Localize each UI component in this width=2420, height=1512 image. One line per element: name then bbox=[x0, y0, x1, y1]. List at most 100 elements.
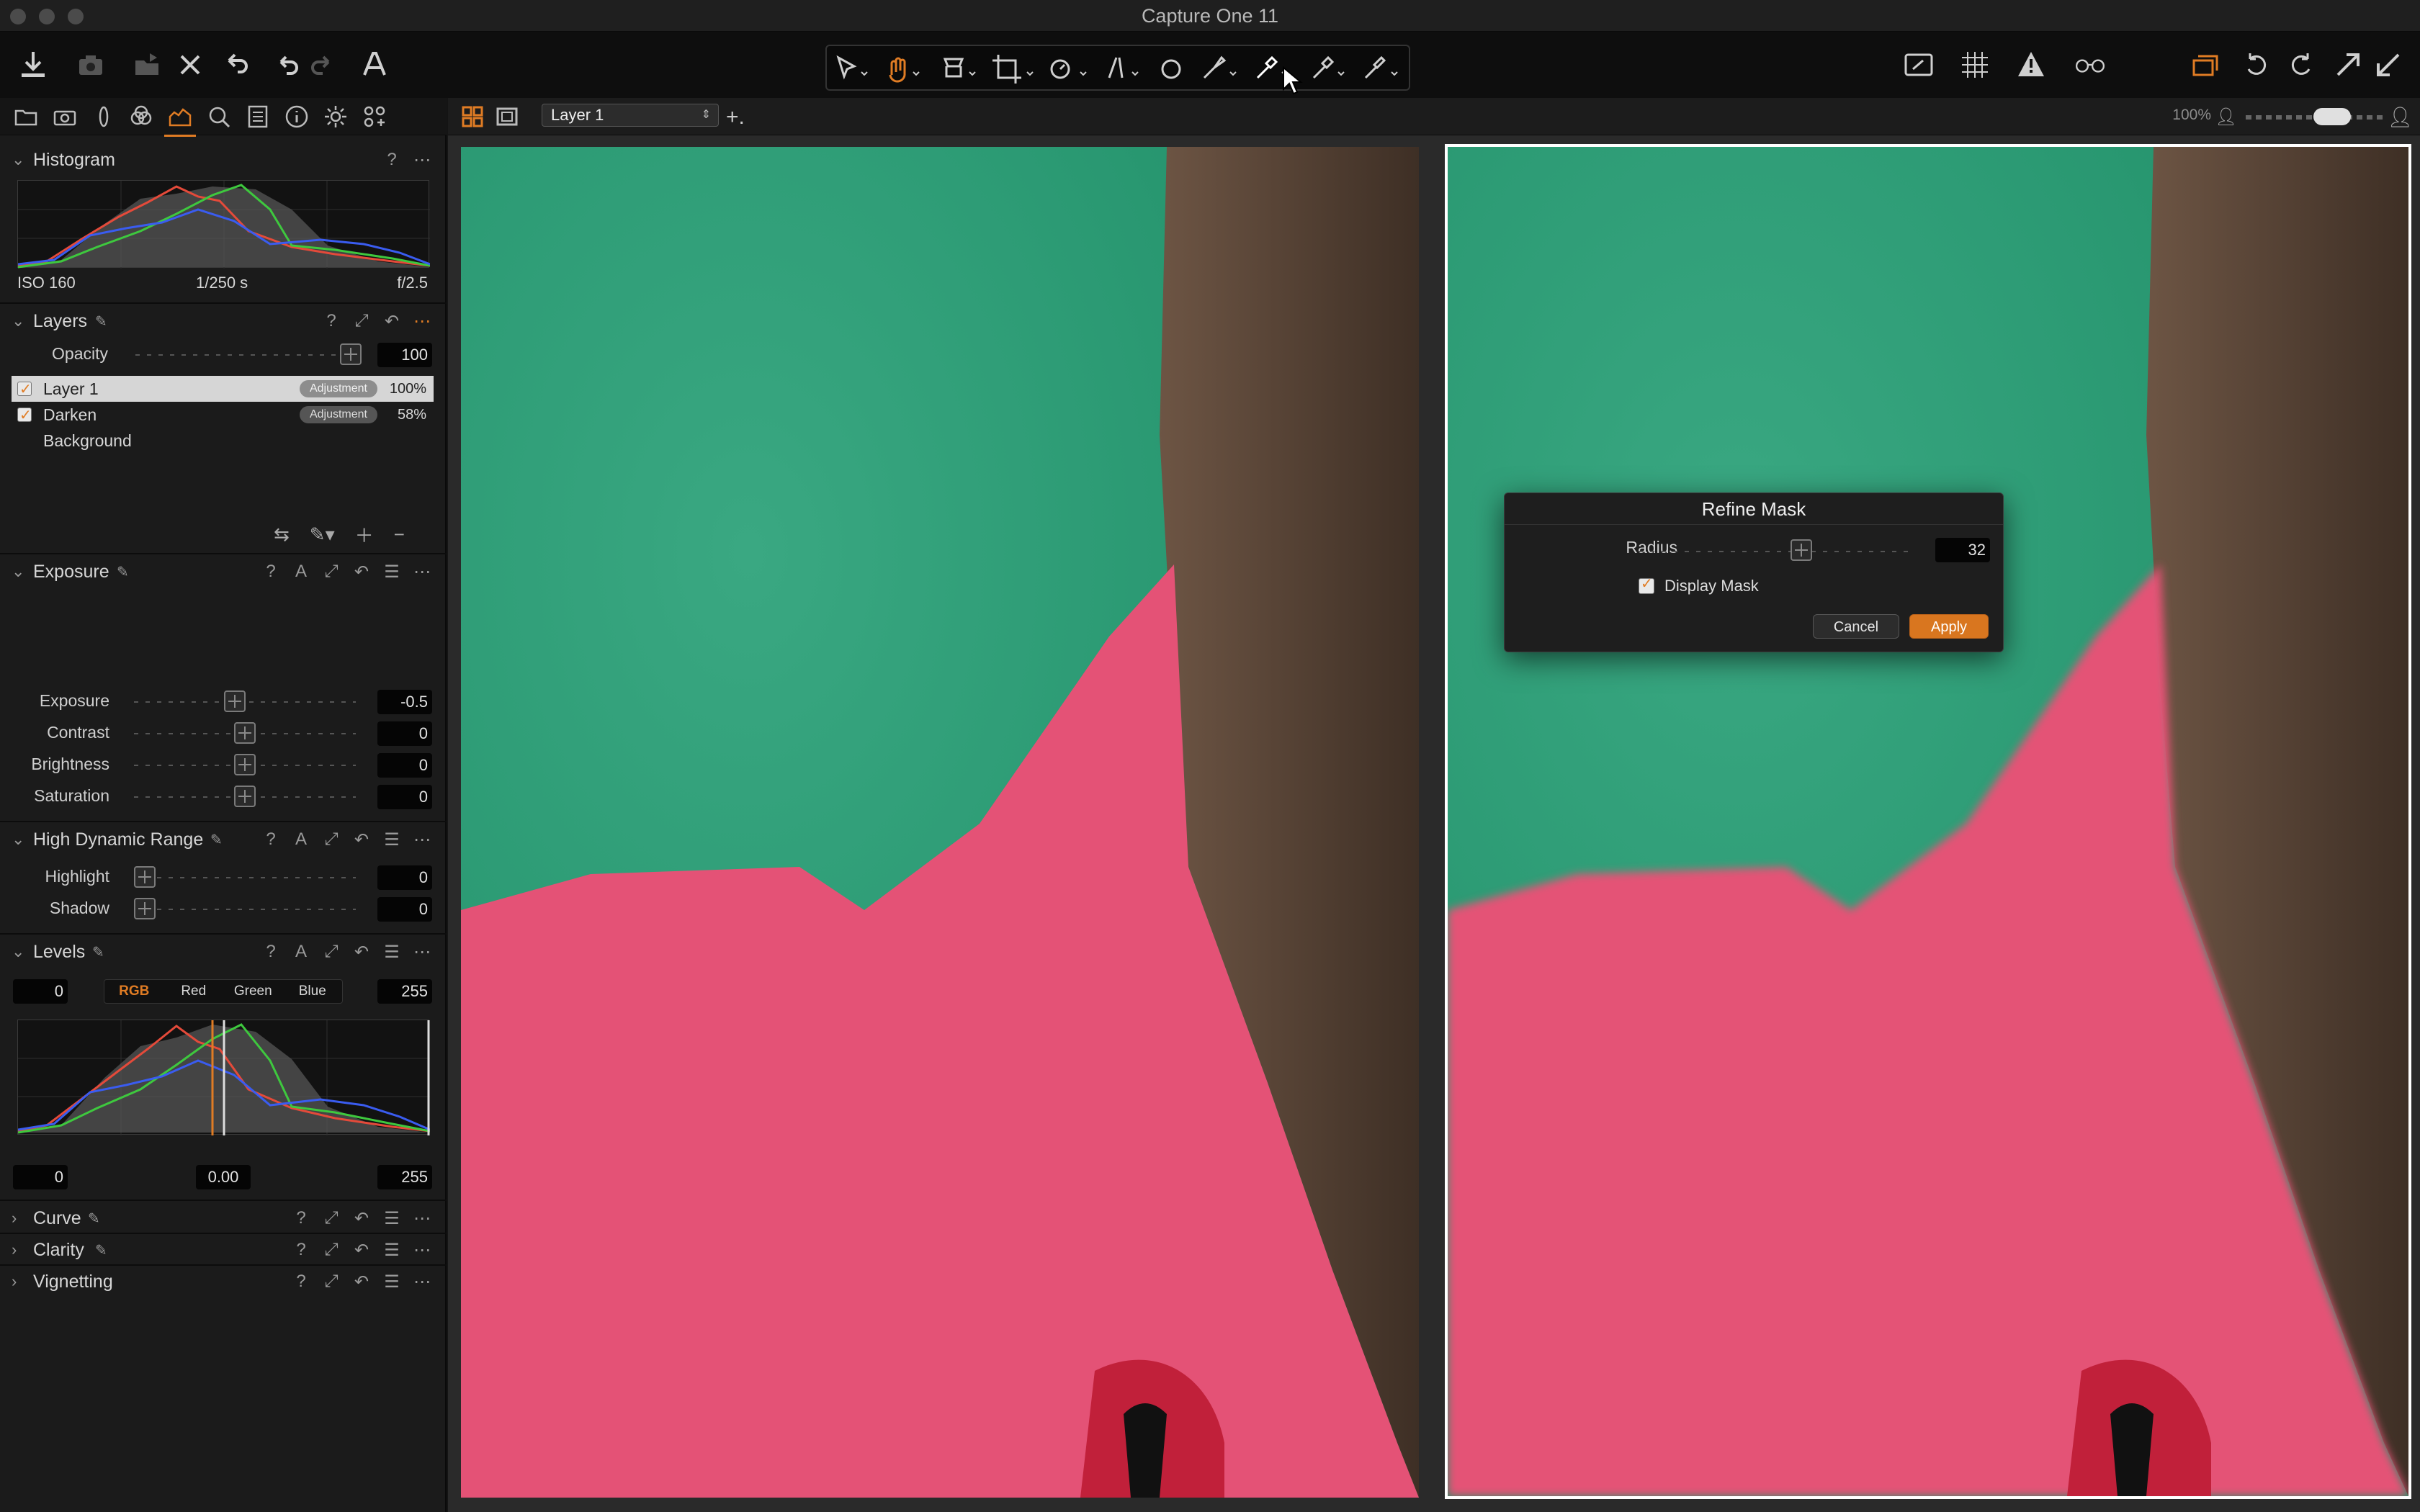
help-icon[interactable]: ? bbox=[261, 942, 281, 962]
presets-icon[interactable]: ☰ bbox=[382, 942, 402, 962]
hdr-header[interactable]: ⌄ High Dynamic Range ✎ ? A ⤢ ↶ ☰ ⋯ bbox=[0, 825, 447, 854]
expand-arrow-icon[interactable]: ⤢ bbox=[351, 311, 372, 331]
glasses-icon[interactable] bbox=[2070, 45, 2110, 85]
apply-button[interactable]: Apply bbox=[1909, 614, 1989, 639]
camera-icon[interactable] bbox=[71, 45, 111, 85]
help-icon[interactable]: ? bbox=[261, 562, 281, 582]
help-icon[interactable]: ? bbox=[291, 1240, 311, 1260]
help-icon[interactable]: ? bbox=[291, 1208, 311, 1228]
cancel-button[interactable]: Cancel bbox=[1813, 614, 1899, 639]
vignetting-header[interactable]: › Vignetting ? ⤢ ↶ ☰ ⋯ bbox=[0, 1267, 447, 1296]
expand-arrow-icon[interactable]: ⤢ bbox=[321, 562, 341, 582]
redo-icon[interactable] bbox=[302, 45, 343, 85]
layer-item-darken[interactable]: Darken Adjustment 58% bbox=[12, 402, 434, 428]
brightness-value[interactable]: 0 bbox=[377, 753, 432, 778]
reset-icon[interactable]: ↶ bbox=[351, 1240, 372, 1260]
lens-tab[interactable] bbox=[91, 104, 117, 130]
midpoint-value[interactable]: 0.00 bbox=[196, 1165, 251, 1189]
output-low-value[interactable]: 0 bbox=[13, 1165, 68, 1189]
expand-arrow-icon[interactable]: ⤢ bbox=[321, 1208, 341, 1228]
channel-blue[interactable]: Blue bbox=[283, 980, 343, 1003]
remove-layer-icon[interactable]: − bbox=[394, 523, 405, 546]
undo-icon[interactable] bbox=[266, 45, 307, 85]
reset-icon[interactable]: ↶ bbox=[351, 562, 372, 582]
auto-icon[interactable]: A bbox=[291, 829, 311, 850]
reset-icon[interactable]: ↶ bbox=[351, 942, 372, 962]
text-icon[interactable] bbox=[354, 45, 395, 85]
rotate-left-icon[interactable] bbox=[2236, 45, 2276, 85]
opacity-slider[interactable] bbox=[135, 354, 366, 356]
shadow-slider[interactable] bbox=[134, 909, 356, 910]
layer-select-dropdown[interactable]: Layer 1 ⇕ bbox=[542, 104, 719, 127]
highlight-value[interactable]: 0 bbox=[377, 865, 432, 890]
presets-icon[interactable]: ☰ bbox=[382, 562, 402, 582]
contrast-value[interactable]: 0 bbox=[377, 721, 432, 746]
exposure-slider-knob[interactable] bbox=[224, 690, 246, 712]
levels-header[interactable]: ⌄ Levels ✎ ? A ⤢ ↶ ☰ ⋯ bbox=[0, 937, 447, 966]
more-icon[interactable]: ⋯ bbox=[412, 311, 432, 331]
library-tab[interactable] bbox=[13, 104, 39, 130]
grid-icon[interactable] bbox=[1955, 45, 1995, 85]
rotate-right-icon[interactable] bbox=[2282, 45, 2322, 85]
details-tab[interactable] bbox=[206, 104, 232, 130]
brush-menu-icon[interactable]: ✎▾ bbox=[310, 523, 335, 546]
info-tab[interactable] bbox=[284, 104, 310, 130]
presets-icon[interactable]: ☰ bbox=[382, 1240, 402, 1260]
reset-icon[interactable]: ↶ bbox=[382, 311, 402, 331]
brightness-slider-knob[interactable] bbox=[234, 754, 256, 775]
expand-icon[interactable] bbox=[2328, 45, 2368, 85]
grid-view-icon[interactable] bbox=[461, 105, 484, 128]
more-icon[interactable]: ⋯ bbox=[412, 1272, 432, 1292]
shadow-slider-knob[interactable] bbox=[134, 898, 156, 919]
channel-red[interactable]: Red bbox=[164, 980, 224, 1003]
color-tab[interactable] bbox=[128, 104, 154, 130]
expand-arrow-icon[interactable]: ⤢ bbox=[321, 1240, 341, 1260]
presets-icon[interactable]: ☰ bbox=[382, 1208, 402, 1228]
histogram-header[interactable]: ⌄ Histogram ? ⋯ bbox=[0, 145, 447, 174]
import-icon[interactable] bbox=[13, 45, 53, 85]
help-icon[interactable]: ? bbox=[291, 1272, 311, 1292]
help-icon[interactable]: ? bbox=[382, 150, 402, 170]
single-view-icon[interactable] bbox=[496, 105, 519, 128]
more-icon[interactable]: ⋯ bbox=[412, 562, 432, 582]
output-high-value[interactable]: 255 bbox=[377, 1165, 432, 1189]
more-icon[interactable]: ⋯ bbox=[412, 942, 432, 962]
reset-icon[interactable]: ↶ bbox=[351, 1208, 372, 1228]
curve-header[interactable]: › Curve ✎ ? ⤢ ↶ ☰ ⋯ bbox=[0, 1204, 447, 1233]
presets-icon[interactable]: ☰ bbox=[382, 1272, 402, 1292]
exposure-value[interactable]: -0.5 bbox=[377, 690, 432, 714]
more-icon[interactable]: ⋯ bbox=[412, 829, 432, 850]
saturation-slider-knob[interactable] bbox=[234, 786, 256, 807]
zoom-slider-knob[interactable] bbox=[2313, 108, 2351, 125]
reset-icon[interactable]: ↶ bbox=[351, 829, 372, 850]
capture-tab[interactable] bbox=[52, 104, 78, 130]
exposure-header[interactable]: ⌄ Exposure ✎ ? A ⤢ ↶ ☰ ⋯ bbox=[0, 557, 447, 586]
shadow-value[interactable]: 0 bbox=[377, 897, 432, 922]
input-high-value[interactable]: 255 bbox=[377, 979, 432, 1004]
undo-history-icon[interactable] bbox=[216, 45, 256, 85]
channel-rgb[interactable]: RGB bbox=[104, 980, 164, 1003]
warning-icon[interactable] bbox=[2011, 45, 2051, 85]
more-icon[interactable]: ⋯ bbox=[412, 1208, 432, 1228]
clarity-header[interactable]: › Clarity ✎ ? ⤢ ↶ ☰ ⋯ bbox=[0, 1236, 447, 1264]
expand-arrow-icon[interactable]: ⤢ bbox=[321, 942, 341, 962]
styles-tab[interactable] bbox=[362, 104, 387, 130]
proof-icon[interactable] bbox=[1899, 45, 1939, 85]
expand-arrow-icon[interactable]: ⤢ bbox=[321, 1272, 341, 1292]
metadata-tab[interactable] bbox=[245, 104, 271, 130]
input-low-value[interactable]: 0 bbox=[13, 979, 68, 1004]
saturation-value[interactable]: 0 bbox=[377, 785, 432, 809]
help-icon[interactable]: ? bbox=[321, 311, 341, 331]
levels-histogram[interactable] bbox=[17, 1020, 431, 1135]
auto-icon[interactable]: A bbox=[291, 942, 311, 962]
layers-header[interactable]: ⌄ Layers ✎ ? ⤢ ↶ ⋯ bbox=[0, 307, 447, 336]
copy-icon[interactable] bbox=[2185, 45, 2226, 85]
layer-item-background[interactable]: Background bbox=[12, 428, 434, 454]
add-layer-icon[interactable]: +. bbox=[726, 105, 745, 130]
radius-slider[interactable] bbox=[1639, 551, 1914, 552]
highlight-slider-knob[interactable] bbox=[134, 866, 156, 888]
radius-value[interactable]: 32 bbox=[1935, 538, 1990, 562]
delete-icon[interactable] bbox=[170, 45, 210, 85]
layer-visible-checkbox[interactable] bbox=[17, 377, 32, 402]
more-icon[interactable]: ⋯ bbox=[412, 150, 432, 170]
